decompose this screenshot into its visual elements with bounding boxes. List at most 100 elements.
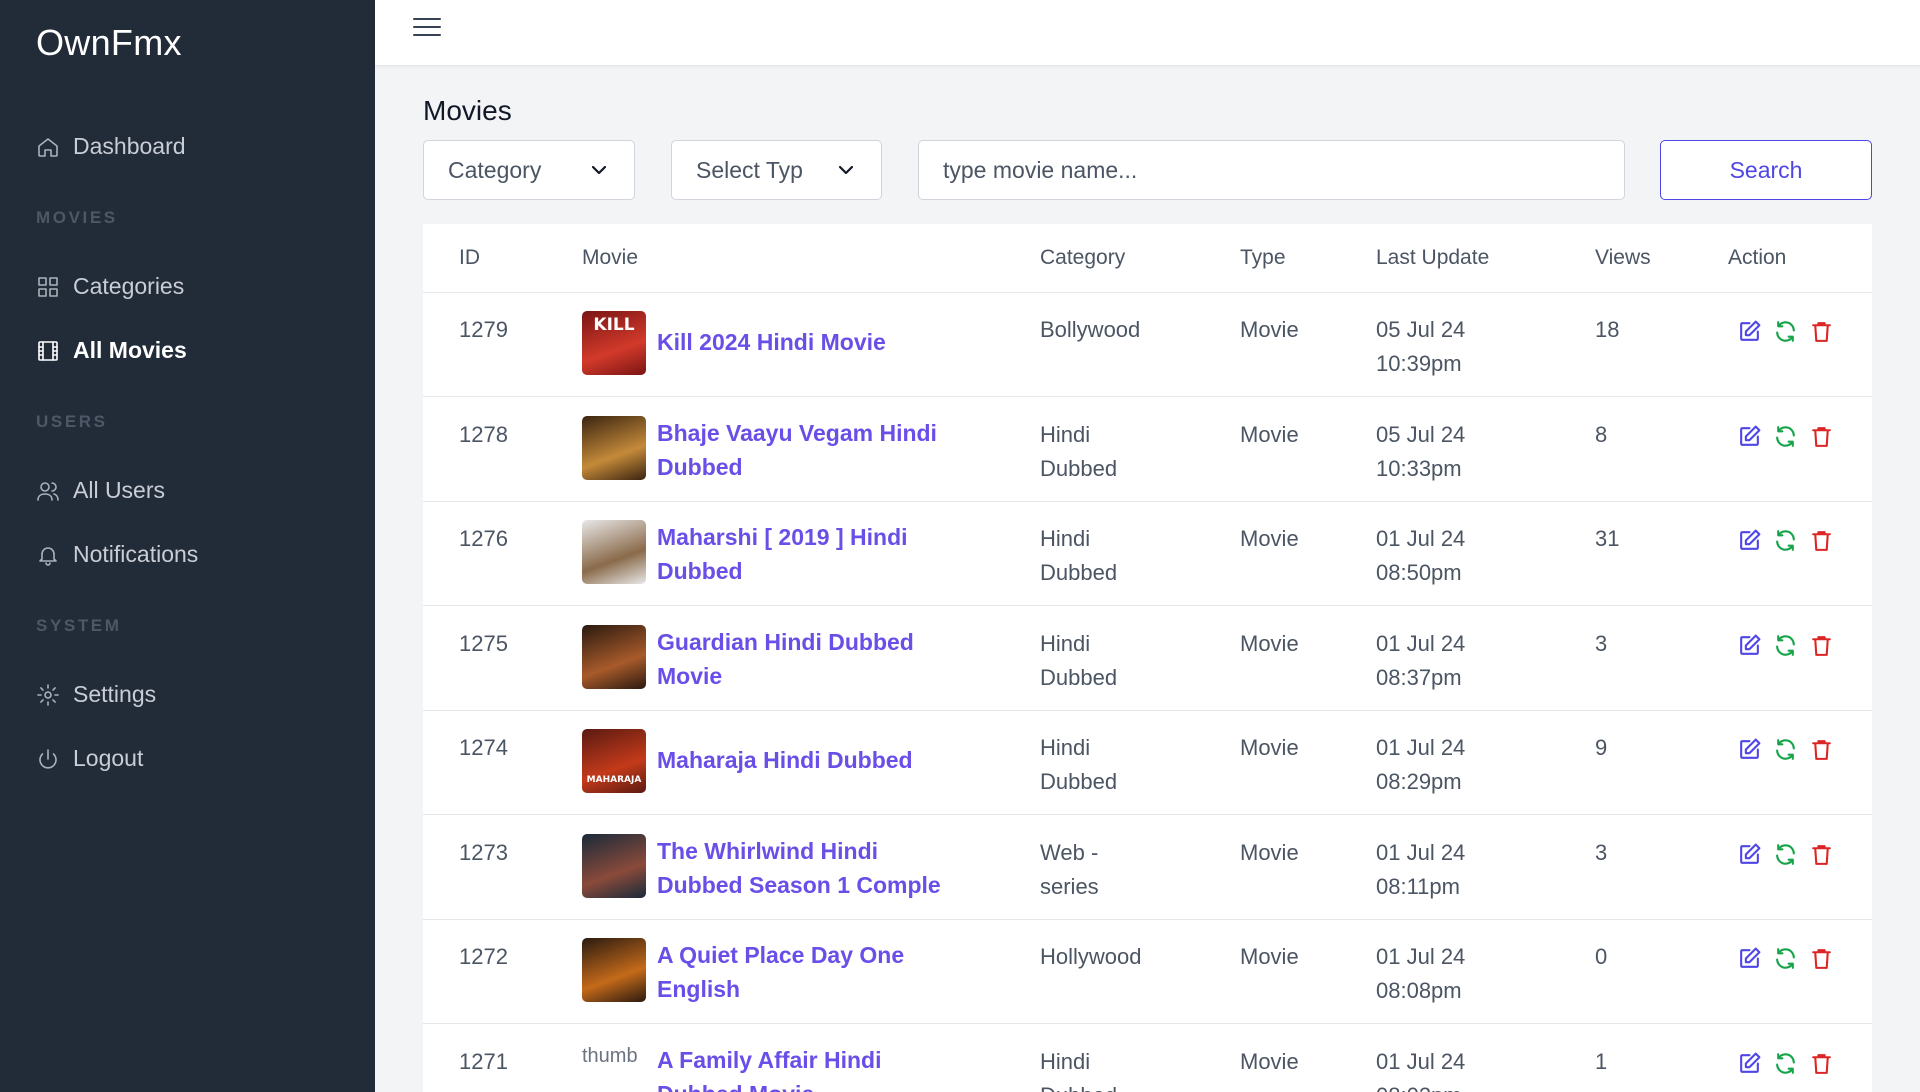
sync-icon[interactable] bbox=[1773, 319, 1798, 344]
hamburger-menu-icon[interactable] bbox=[413, 18, 441, 40]
movie-title-link[interactable]: A Family Affair Hindi Dubbed Movie bbox=[657, 1043, 957, 1092]
row-actions bbox=[1737, 319, 1834, 344]
movie-thumbnail bbox=[582, 833, 646, 898]
movie-search-input[interactable]: type movie name... bbox=[918, 140, 1625, 200]
cell-category: Bollywood bbox=[1040, 317, 1141, 342]
nav-dashboard[interactable]: Dashboard bbox=[36, 133, 186, 160]
table-row: 1278 Bhaje Vaayu Vegam Hindi Dubbed Hindi … bbox=[423, 398, 1872, 502]
header-action: Action bbox=[1728, 246, 1787, 269]
type-select[interactable]: Select Typ bbox=[671, 140, 882, 200]
movie-thumbnail: MAHARAJA bbox=[582, 729, 646, 793]
movie-title-link[interactable]: A Quiet Place Day One English bbox=[657, 938, 957, 1006]
nav-dashboard-label: Dashboard bbox=[73, 133, 186, 159]
cell-views: 31 bbox=[1595, 526, 1620, 551]
cell-date: 01 Jul 24 bbox=[1376, 839, 1466, 865]
movie-title-link[interactable]: Guardian Hindi Dubbed Movie bbox=[657, 625, 957, 693]
row-actions bbox=[1737, 633, 1834, 658]
cell-category: Hindi Dubbed bbox=[1040, 630, 1118, 690]
bell-icon bbox=[39, 546, 57, 566]
trash-icon[interactable] bbox=[1809, 424, 1834, 449]
cell-last-update: 05 Jul 24 10:39pm bbox=[1376, 313, 1465, 381]
cell-views: 0 bbox=[1595, 944, 1608, 969]
nav-all-movies[interactable]: All Movies bbox=[36, 337, 187, 364]
type-select-value: Select Typ bbox=[696, 156, 803, 183]
nav-notifications[interactable]: Notifications bbox=[36, 541, 198, 568]
sync-icon[interactable] bbox=[1773, 424, 1798, 449]
edit-icon[interactable] bbox=[1737, 842, 1762, 867]
cell-last-update: 05 Jul 24 10:33pm bbox=[1376, 418, 1465, 486]
movie-title-link[interactable]: Kill 2024 Hindi Movie bbox=[657, 325, 957, 359]
sync-icon[interactable] bbox=[1773, 528, 1798, 553]
home-icon bbox=[38, 137, 58, 157]
category-select[interactable]: Category bbox=[423, 140, 635, 200]
section-users: USERS bbox=[36, 412, 108, 431]
trash-icon[interactable] bbox=[1809, 1051, 1834, 1076]
sync-icon[interactable] bbox=[1773, 946, 1798, 971]
row-actions bbox=[1737, 946, 1834, 971]
nav-settings-label: Settings bbox=[73, 681, 157, 707]
table-row: 1275 Guardian Hindi Dubbed Movie Hindi Dub… bbox=[423, 607, 1872, 711]
power-icon bbox=[39, 748, 57, 769]
nav-settings[interactable]: Settings bbox=[36, 681, 156, 708]
nav-logout[interactable]: Logout bbox=[36, 745, 143, 772]
users-icon bbox=[37, 481, 59, 501]
nav-notifications-label: Notifications bbox=[73, 541, 199, 567]
cell-last-update: 01 Jul 24 08:11pm bbox=[1376, 836, 1465, 904]
movie-title-link[interactable]: The Whirlwind Hindi Dubbed Season 1 Comp… bbox=[657, 834, 957, 902]
sync-icon[interactable] bbox=[1773, 1051, 1798, 1076]
movie-thumbnail bbox=[582, 520, 646, 584]
edit-icon[interactable] bbox=[1737, 319, 1762, 344]
cell-category: Hollywood bbox=[1040, 944, 1142, 969]
movie-title-link[interactable]: Maharshi [ 2019 ] Hindi Dubbed bbox=[657, 520, 957, 588]
movie-thumbnail: KILL bbox=[582, 311, 646, 375]
film-icon bbox=[38, 340, 58, 361]
section-movies: MOVIES bbox=[36, 208, 118, 227]
movie-thumbnail bbox=[582, 415, 646, 480]
trash-icon[interactable] bbox=[1809, 737, 1834, 762]
cell-time: 08:29pm bbox=[1376, 769, 1462, 794]
header-views: Views bbox=[1595, 246, 1651, 269]
category-select-value: Category bbox=[448, 156, 542, 183]
cell-views: 3 bbox=[1595, 839, 1608, 865]
brand-logo[interactable]: OwnFmx bbox=[36, 22, 182, 64]
edit-icon[interactable] bbox=[1737, 528, 1762, 553]
table-row: 1279 KILL Kill 2024 Hindi Movie Bollywood Mo… bbox=[423, 293, 1872, 397]
cell-time: 08:50pm bbox=[1376, 560, 1462, 585]
movie-title-link[interactable]: Bhaje Vaayu Vegam Hindi Dubbed bbox=[657, 416, 957, 484]
cell-type: Movie bbox=[1240, 630, 1299, 656]
movie-thumbnail bbox=[582, 624, 646, 689]
sync-icon[interactable] bbox=[1773, 842, 1798, 867]
cell-time: 08:02pm bbox=[1376, 1079, 1465, 1092]
movies-table: ID Movie Category Type Last Update Views… bbox=[423, 224, 1872, 1092]
cell-date: 01 Jul 24 bbox=[1376, 630, 1466, 656]
edit-icon[interactable] bbox=[1737, 737, 1762, 762]
nav-logout-label: Logout bbox=[73, 745, 144, 771]
cell-date: 01 Jul 24 bbox=[1376, 526, 1466, 551]
edit-icon[interactable] bbox=[1737, 424, 1762, 449]
trash-icon[interactable] bbox=[1809, 528, 1834, 553]
row-actions bbox=[1737, 1051, 1834, 1076]
sync-icon[interactable] bbox=[1773, 633, 1798, 658]
trash-icon[interactable] bbox=[1809, 946, 1834, 971]
cell-type: Movie bbox=[1240, 317, 1299, 342]
header-type: Type bbox=[1240, 246, 1286, 269]
search-button[interactable]: Search bbox=[1660, 140, 1872, 200]
nav-all-users[interactable]: All Users bbox=[36, 477, 165, 504]
edit-icon[interactable] bbox=[1737, 633, 1762, 658]
chevron-down-icon bbox=[838, 165, 854, 175]
trash-icon[interactable] bbox=[1809, 633, 1834, 658]
chevron-down-icon bbox=[591, 165, 607, 175]
trash-icon[interactable] bbox=[1809, 319, 1834, 344]
gear-icon bbox=[37, 683, 59, 706]
nav-categories[interactable]: Categories bbox=[36, 273, 184, 300]
header-category: Category bbox=[1040, 246, 1126, 269]
edit-icon[interactable] bbox=[1737, 1051, 1762, 1076]
cell-id: 1272 bbox=[459, 944, 508, 969]
table-row: 1272 A Quiet Place Day One English Hollywo… bbox=[423, 920, 1872, 1024]
movie-title-link[interactable]: Maharaja Hindi Dubbed bbox=[657, 743, 957, 777]
edit-icon[interactable] bbox=[1737, 946, 1762, 971]
trash-icon[interactable] bbox=[1809, 842, 1834, 867]
movie-thumbnail bbox=[582, 938, 646, 1002]
cell-type: Movie bbox=[1240, 944, 1299, 969]
sync-icon[interactable] bbox=[1773, 737, 1798, 762]
